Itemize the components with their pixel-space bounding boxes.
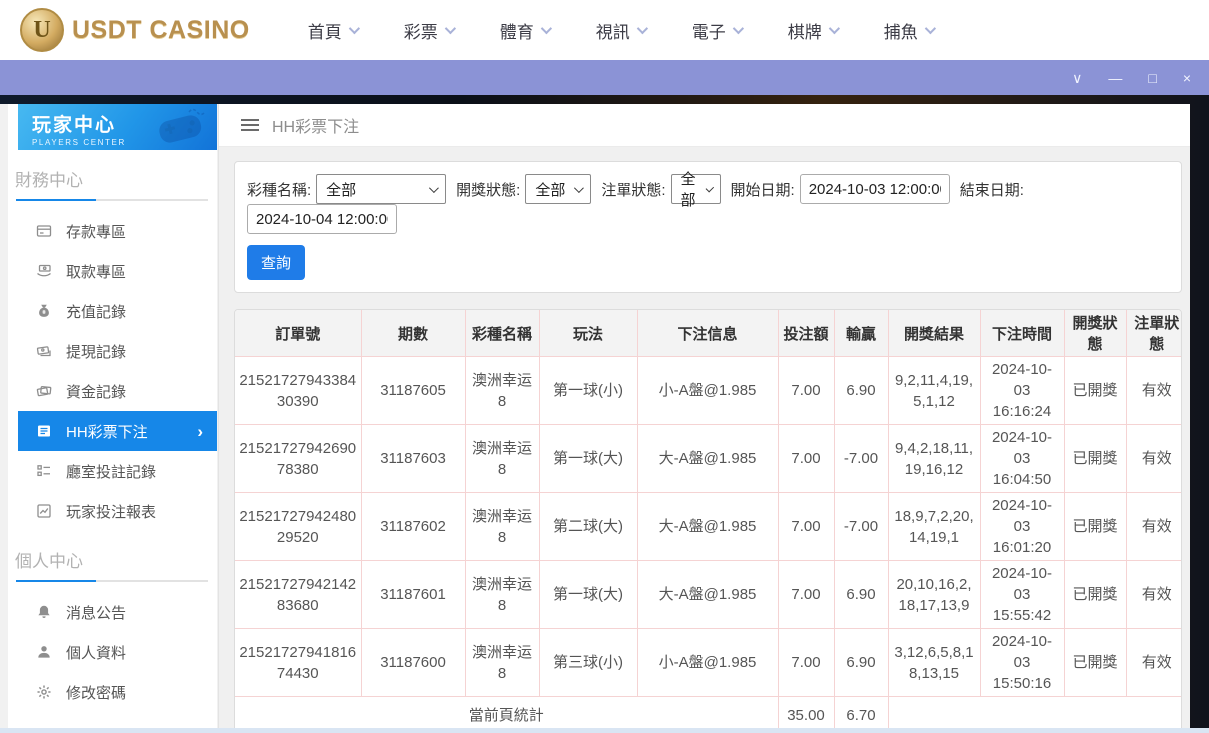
start-date-label: 開始日期: <box>731 179 795 200</box>
window-close-icon[interactable]: × <box>1183 71 1191 85</box>
draw-status-label: 開獎狀態: <box>456 179 520 200</box>
col-draw-status: 開獎狀態 <box>1064 310 1126 357</box>
start-date-input[interactable] <box>800 174 950 204</box>
withdraw-hand-icon <box>36 263 52 279</box>
end-date-label: 結束日期: <box>960 179 1024 200</box>
lottery-type-select[interactable]: 全部 <box>316 174 446 204</box>
chevron-down-icon <box>444 23 455 34</box>
table-row: 215217279424802952031187602澳洲幸运8第二球(大)大-… <box>235 493 1182 561</box>
sidebar-item-hall-bet-record[interactable]: 廳室投註記錄 <box>18 451 217 491</box>
chevron-down-icon <box>924 23 935 34</box>
chevron-down-icon <box>348 23 359 34</box>
menu-item-live-video[interactable]: 視訊 <box>596 18 645 43</box>
table-header-row: 訂單號 期數 彩種名稱 玩法 下注信息 投注額 輸贏 開獎結果 下注時間 開 <box>235 310 1182 357</box>
col-bet-amount: 投注額 <box>778 310 834 357</box>
sidebar-item-deposit[interactable]: 存款專區 <box>18 211 217 251</box>
lottery-bet-icon <box>36 423 52 439</box>
col-order-status: 注單狀態 <box>1126 310 1182 357</box>
page-header: HH彩票下注 <box>219 104 1190 147</box>
col-play-type: 玩法 <box>539 310 637 357</box>
sidebar-item-announcements[interactable]: 消息公告 <box>18 592 217 632</box>
top-navbar: U USDT CASINO 首頁 彩票 體育 視訊 電子 棋牌 捕魚 <box>0 0 1209 60</box>
sidebar: 玩家中心 PLAYERS CENTER 財務中心 <box>8 104 217 733</box>
search-button[interactable]: 查詢 <box>247 245 305 280</box>
col-bet-info: 下注信息 <box>637 310 778 357</box>
section-divider <box>16 580 208 582</box>
brand-logo-text: USDT CASINO <box>72 16 250 45</box>
chevron-down-icon <box>636 23 647 34</box>
table-row: 215217279426907838031187603澳洲幸运8第一球(大)大-… <box>235 425 1182 493</box>
menu-item-lottery[interactable]: 彩票 <box>404 18 453 43</box>
chevron-down-icon <box>429 183 439 193</box>
lottery-type-label: 彩種名稱: <box>247 179 311 200</box>
col-draw-result: 開獎結果 <box>888 310 980 357</box>
menu-item-home[interactable]: 首頁 <box>308 18 357 43</box>
order-status-label: 注單狀態: <box>601 179 665 200</box>
deposit-card-icon <box>36 223 52 239</box>
gear-icon <box>36 684 52 700</box>
col-order-id: 訂單號 <box>235 310 361 357</box>
sidebar-item-funds-record[interactable]: 資金記錄 <box>18 371 217 411</box>
bell-icon <box>36 604 52 620</box>
app-window: U USDT CASINO 首頁 彩票 體育 視訊 電子 棋牌 捕魚 ∨ — □… <box>0 0 1209 733</box>
brand-logo-icon: U <box>20 8 64 52</box>
sidebar-item-hh-lottery-bets[interactable]: HH彩票下注 › <box>18 411 217 451</box>
window-minimize-icon[interactable]: — <box>1108 71 1122 85</box>
sidebar-item-profile[interactable]: 個人資料 <box>18 632 217 672</box>
report-chart-icon <box>36 503 52 519</box>
chevron-down-icon <box>706 184 714 192</box>
section-divider <box>16 199 208 201</box>
sidebar-item-withdrawal-record[interactable]: 提現記錄 <box>18 331 217 371</box>
col-lottery-name: 彩種名稱 <box>465 310 539 357</box>
sidebar-section-finance: 財務中心 <box>15 166 217 191</box>
col-bet-time: 下注時間 <box>980 310 1064 357</box>
funds-record-icon <box>36 383 52 399</box>
chevron-down-icon <box>828 23 839 34</box>
bets-table: 訂單號 期數 彩種名稱 玩法 下注信息 投注額 輸贏 開獎結果 下注時間 開 <box>235 310 1182 733</box>
sidebar-item-recharge-record[interactable]: 充值記錄 <box>18 291 217 331</box>
table-row: 215217279421428368031187601澳洲幸运8第一球(大)大-… <box>235 561 1182 629</box>
draw-status-select[interactable]: 全部 <box>525 174 591 204</box>
window-maximize-icon[interactable]: □ <box>1148 71 1156 85</box>
sidebar-header: 玩家中心 PLAYERS CENTER <box>18 104 217 150</box>
table-row: 215217279418167443031187600澳洲幸运8第三球(小)小-… <box>235 629 1182 697</box>
brand-logo[interactable]: U USDT CASINO <box>20 8 250 52</box>
sidebar-item-player-bet-report[interactable]: 玩家投注報表 <box>18 491 217 531</box>
hall-record-icon <box>36 463 52 479</box>
window-collapse-icon[interactable]: ∨ <box>1072 71 1082 85</box>
menu-item-fishing[interactable]: 捕魚 <box>884 18 933 43</box>
order-status-select[interactable]: 全部 <box>671 174 721 204</box>
table-row: 215217279433843039031187605澳洲幸运8第一球(小)小-… <box>235 357 1182 425</box>
filter-panel: 彩種名稱: 全部 開獎狀態: 全部 注單狀態: <box>234 161 1182 293</box>
window-bottom-edge <box>0 728 1209 733</box>
window-titlebar: ∨ — □ × <box>0 60 1209 95</box>
chevron-right-icon: › <box>197 423 203 440</box>
main-area: HH彩票下注 彩種名稱: 全部 開獎狀態: 全部 <box>218 104 1190 733</box>
sidebar-section-personal: 個人中心 <box>15 547 217 572</box>
menu-item-sports[interactable]: 體育 <box>500 18 549 43</box>
col-win-loss: 輸贏 <box>834 310 888 357</box>
moneybag-icon <box>36 303 52 319</box>
end-date-input[interactable] <box>247 204 397 234</box>
sidebar-item-change-password[interactable]: 修改密碼 <box>18 672 217 712</box>
col-issue: 期數 <box>361 310 465 357</box>
gamepad-icon <box>149 106 211 146</box>
page-title: HH彩票下注 <box>272 113 359 137</box>
sidebar-item-withdraw[interactable]: 取款專區 <box>18 251 217 291</box>
hamburger-menu-icon[interactable] <box>241 119 259 121</box>
bets-table-panel: 訂單號 期數 彩種名稱 玩法 下注信息 投注額 輸贏 開獎結果 下注時間 開 <box>234 309 1182 733</box>
chevron-down-icon <box>732 23 743 34</box>
profile-icon <box>36 644 52 660</box>
menu-item-slots[interactable]: 電子 <box>692 18 741 43</box>
chevron-down-icon <box>540 23 551 34</box>
main-menu: 首頁 彩票 體育 視訊 電子 棋牌 捕魚 <box>308 18 933 43</box>
app-background: 玩家中心 PLAYERS CENTER 財務中心 <box>0 95 1209 733</box>
menu-item-card-games[interactable]: 棋牌 <box>788 18 837 43</box>
chevron-down-icon <box>574 183 584 193</box>
cash-out-icon <box>36 343 52 359</box>
